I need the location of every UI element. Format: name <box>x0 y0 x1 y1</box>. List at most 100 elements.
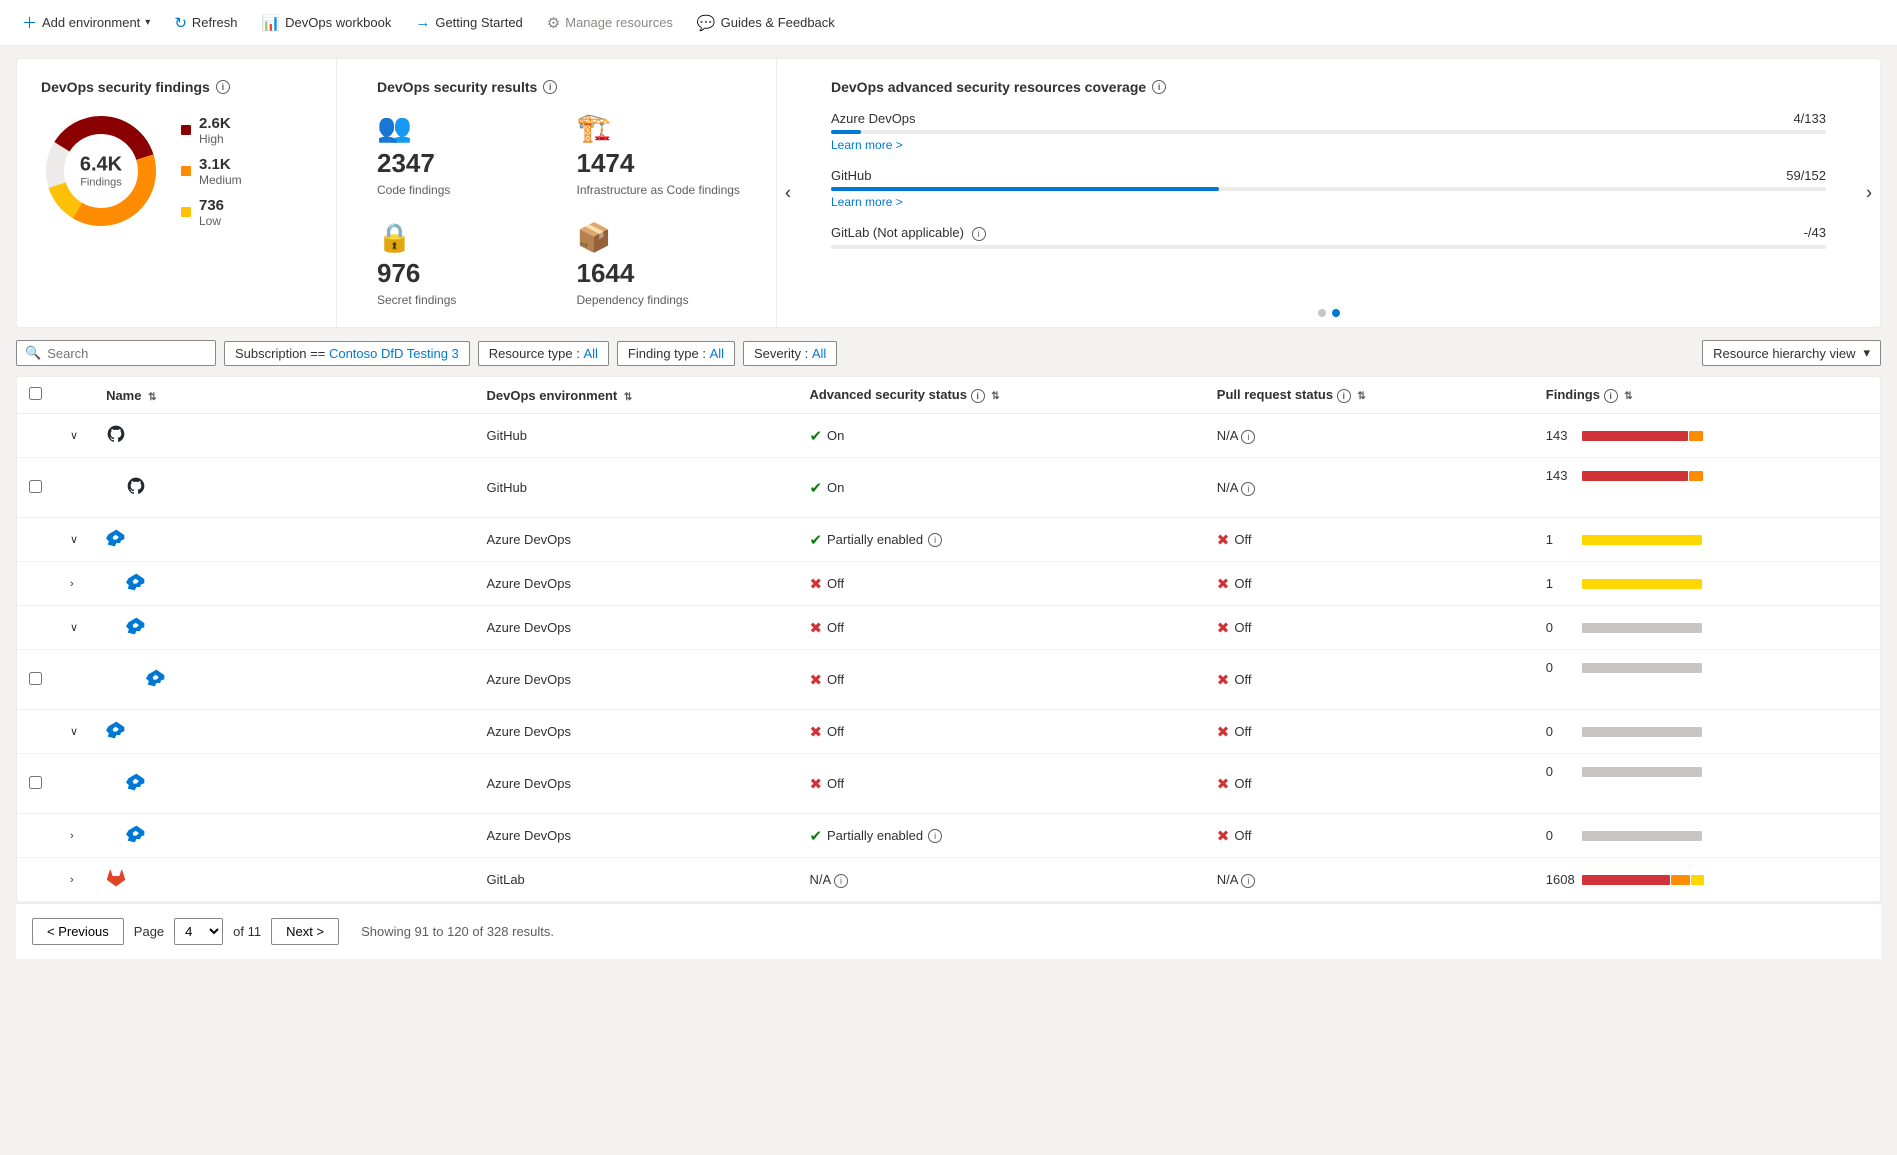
of-label: of 11 <box>233 924 261 939</box>
findings-bar: 1 <box>1546 576 1868 591</box>
subscription-filter-chip[interactable]: Subscription == Contoso DfD Testing 3 <box>224 341 470 366</box>
github-bar-bg <box>831 187 1826 191</box>
expand-cell <box>54 754 94 814</box>
github-learn-more-link[interactable]: Learn more > <box>831 195 1826 209</box>
findings-sort-icon[interactable]: ⇅ <box>1624 391 1632 402</box>
header-pr-col[interactable]: Pull request status i ⇅ <box>1205 377 1534 414</box>
name-icon-cell <box>106 616 462 639</box>
next-button[interactable]: Next > <box>271 918 339 945</box>
env-cell: Azure DevOps <box>474 754 797 814</box>
severity-filter-chip[interactable]: Severity : All <box>743 341 837 366</box>
secret-findings-item: 🔒 976 Secret findings <box>377 221 553 307</box>
manage-resources-button[interactable]: ⚙ Manage resources <box>537 9 683 37</box>
name-icon-cell <box>106 572 462 595</box>
select-all-checkbox[interactable] <box>29 387 42 400</box>
checkbox-cell <box>17 814 54 858</box>
name-icon-cell <box>106 824 462 847</box>
findings-cell: 1608 <box>1534 858 1880 902</box>
carousel-prev-button[interactable]: ‹ <box>777 175 799 212</box>
row-checkbox[interactable] <box>29 480 42 493</box>
expand-button[interactable]: ∨ <box>66 427 82 444</box>
expand-button[interactable]: ∨ <box>66 619 82 636</box>
row-more-button[interactable]: ⋮ <box>1546 483 1570 507</box>
row-more-button[interactable]: ⋮ <box>1546 675 1570 699</box>
table-row: GitHub ✔ On N/A i 143 ⋮ <box>17 458 1880 518</box>
azure-devops-bar-fill <box>831 130 861 134</box>
search-box[interactable]: 🔍 <box>16 340 216 366</box>
pr-status-off: ✖ Off <box>1217 827 1252 845</box>
data-table: Name ⇅ DevOps environment ⇅ Advanced sec… <box>17 377 1880 902</box>
pr-status-off: ✖ Off <box>1217 619 1252 637</box>
resource-type-filter-chip[interactable]: Resource type : All <box>478 341 609 366</box>
gitlab-info-icon[interactable]: i <box>972 227 986 241</box>
getting-started-button[interactable]: → Getting Started <box>405 9 532 36</box>
header-env-col[interactable]: DevOps environment ⇅ <box>474 377 797 414</box>
add-environment-button[interactable]: ＋ Add environment ▾ <box>12 7 160 38</box>
security-info-icon[interactable]: i <box>971 389 985 403</box>
row-more-button[interactable]: ⋮ <box>1546 779 1570 803</box>
expand-button[interactable]: › <box>66 872 78 888</box>
checkbox-cell <box>17 710 54 754</box>
carousel-dots <box>1318 309 1340 317</box>
pr-status-na: N/A i <box>1217 872 1256 887</box>
findings-cell: 0 <box>1534 710 1880 754</box>
checkbox-cell <box>17 458 54 518</box>
results-info-icon[interactable]: i <box>543 80 557 94</box>
header-security-col[interactable]: Advanced security status i ⇅ <box>797 377 1204 414</box>
page-select[interactable]: 4 123 567 891011 <box>174 918 223 945</box>
carousel-next-button[interactable]: › <box>1858 175 1880 212</box>
finding-type-filter-chip[interactable]: Finding type : All <box>617 341 735 366</box>
pr-status-off: ✖ Off <box>1217 723 1252 741</box>
table-row: ∨ Azure DevOps ✔ Partially enabled i ✖ O… <box>17 518 1880 562</box>
view-select[interactable]: Resource hierarchy view ▾ <box>1702 340 1881 366</box>
refresh-button[interactable]: ↻ Refresh <box>164 9 247 37</box>
donut-center: 6.4K Findings <box>80 154 122 189</box>
azdevops-row-icon <box>126 772 146 795</box>
expand-button[interactable]: › <box>66 576 78 592</box>
azure-devops-learn-more-link[interactable]: Learn more > <box>831 138 1826 152</box>
table-row: › Azure DevOps ✔ Partially enabled i ✖ O… <box>17 814 1880 858</box>
results-title: DevOps security results i <box>377 79 752 95</box>
pr-status-off: ✖ Off <box>1217 671 1252 689</box>
pr-cell: ✖ Off <box>1205 814 1534 858</box>
search-input[interactable] <box>47 346 207 361</box>
security-cell: ✖ Off <box>797 650 1204 710</box>
pr-status-off: ✖ Off <box>1217 575 1252 593</box>
carousel-dot-1 <box>1318 309 1326 317</box>
chevron-down-icon: ▾ <box>1863 345 1870 361</box>
expand-button[interactable]: › <box>66 828 78 844</box>
code-findings-icon: 👥 <box>377 111 553 144</box>
findings-bar: 1 <box>1546 532 1868 547</box>
guides-feedback-button[interactable]: 💬 Guides & Feedback <box>687 9 845 37</box>
pr-sort-icon[interactable]: ⇅ <box>1357 391 1365 402</box>
security-status-off: ✖ Off <box>809 575 844 593</box>
security-cell: ✖ Off <box>797 606 1204 650</box>
findings-bar: 143 <box>1546 428 1868 443</box>
header-findings-col[interactable]: Findings i ⇅ <box>1534 377 1880 414</box>
name-icon-cell <box>106 720 462 743</box>
findings-info-icon2[interactable]: i <box>1604 389 1618 403</box>
env-cell: Azure DevOps <box>474 814 797 858</box>
coverage-section: ‹ DevOps advanced security resources cov… <box>777 59 1880 327</box>
header-name-col[interactable]: Name ⇅ <box>94 377 474 414</box>
pr-info-icon[interactable]: i <box>1337 389 1351 403</box>
coverage-info-icon[interactable]: i <box>1152 80 1166 94</box>
security-sort-icon[interactable]: ⇅ <box>991 391 999 402</box>
findings-bar: 0 <box>1546 828 1868 843</box>
gitlab-row-icon <box>106 868 126 891</box>
previous-button[interactable]: < Previous <box>32 918 124 945</box>
env-sort-icon[interactable]: ⇅ <box>624 392 632 403</box>
name-icon-cell <box>106 772 462 795</box>
row-checkbox[interactable] <box>29 672 42 685</box>
search-icon: 🔍 <box>25 345 41 361</box>
name-sort-icon[interactable]: ⇅ <box>148 392 156 403</box>
expand-button[interactable]: ∨ <box>66 723 82 740</box>
pr-cell: N/A i <box>1205 458 1534 518</box>
devops-workbook-button[interactable]: 📊 DevOps workbook <box>251 9 401 37</box>
expand-button[interactable]: ∨ <box>66 531 82 548</box>
findings-bar: 143 <box>1546 468 1868 483</box>
row-checkbox[interactable] <box>29 776 42 789</box>
data-table-wrap: Name ⇅ DevOps environment ⇅ Advanced sec… <box>16 376 1881 903</box>
github-bar-fill <box>831 187 1219 191</box>
findings-info-icon[interactable]: i <box>216 80 230 94</box>
